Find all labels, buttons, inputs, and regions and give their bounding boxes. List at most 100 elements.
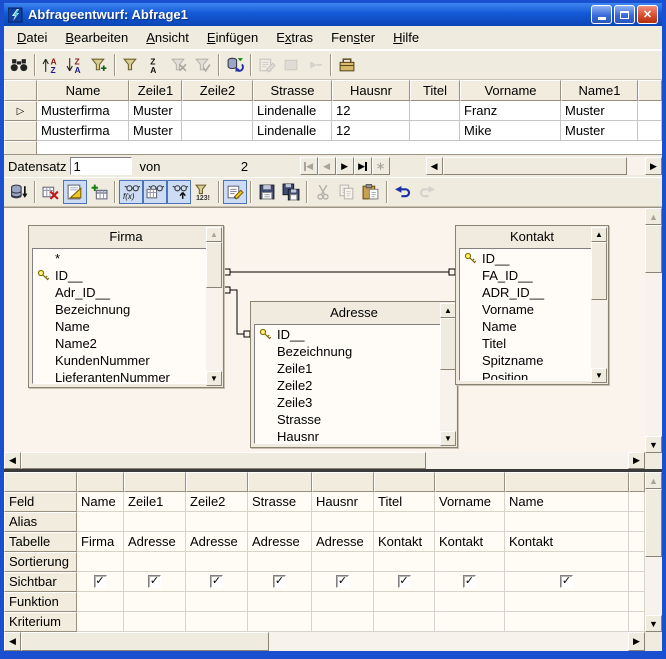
- table-box-kontakt[interactable]: KontaktID__FA_ID__ADR_ID__VornameNameTit…: [455, 225, 609, 385]
- scroll-up-icon[interactable]: ▲: [645, 472, 662, 489]
- feld-cell[interactable]: Zeile2: [186, 492, 248, 512]
- insert-data-icon[interactable]: [255, 53, 279, 77]
- row-selector[interactable]: ▷: [4, 101, 37, 121]
- add-table-icon[interactable]: [87, 180, 111, 204]
- field-bezeichnung[interactable]: Bezeichnung: [255, 343, 436, 360]
- grid-column-header[interactable]: [186, 472, 248, 492]
- column-header-zeile1[interactable]: Zeile1: [129, 80, 182, 101]
- data-to-fields-icon[interactable]: [303, 53, 327, 77]
- field-[interactable]: *: [33, 250, 202, 267]
- field-hausnr[interactable]: Hausnr: [255, 428, 436, 444]
- scroll-right-icon[interactable]: ▶: [628, 452, 645, 469]
- datasheet-horizontal-scrollbar[interactable]: ◀ ▶: [426, 157, 662, 175]
- grid-column-header[interactable]: [374, 472, 435, 492]
- scroll-left-icon[interactable]: ◀: [4, 452, 21, 469]
- alias-cell[interactable]: [374, 512, 435, 532]
- next-record-button[interactable]: ▶: [336, 157, 354, 175]
- table-name-icon[interactable]: [143, 180, 167, 204]
- menu-ansicht[interactable]: Ansicht: [137, 27, 198, 48]
- feld-cell[interactable]: Name: [505, 492, 629, 512]
- tabelle-cell[interactable]: Adresse: [186, 532, 248, 552]
- clear-query-icon[interactable]: [39, 180, 63, 204]
- undo-icon[interactable]: [391, 180, 415, 204]
- table-title[interactable]: Kontakt: [456, 226, 608, 248]
- cell[interactable]: 12: [332, 121, 410, 141]
- maximize-button[interactable]: [614, 5, 635, 24]
- switch-design-view-icon[interactable]: [223, 180, 247, 204]
- sichtbar-cell[interactable]: ✓: [77, 572, 124, 592]
- sortierung-cell[interactable]: [435, 552, 505, 572]
- alias-cell[interactable]: [505, 512, 629, 532]
- minimize-button[interactable]: [591, 5, 612, 24]
- visible-checkbox[interactable]: ✓: [94, 575, 107, 588]
- funktion-cell[interactable]: [248, 592, 312, 612]
- sichtbar-cell[interactable]: ✓: [248, 572, 312, 592]
- field-spitzname[interactable]: Spitzname: [460, 352, 587, 369]
- scroll-down-icon[interactable]: ▼: [645, 615, 662, 632]
- funktion-cell[interactable]: [374, 592, 435, 612]
- table-box-adresse[interactable]: AdresseID__BezeichnungZeile1Zeile2Zeile3…: [250, 301, 458, 448]
- cell[interactable]: Muster: [129, 101, 182, 121]
- cell[interactable]: Muster: [561, 101, 638, 121]
- field-position[interactable]: Position: [460, 369, 587, 381]
- copy-icon[interactable]: [335, 180, 359, 204]
- record-number-input[interactable]: [70, 157, 132, 175]
- sortierung-cell[interactable]: [248, 552, 312, 572]
- find-record-icon[interactable]: [7, 53, 31, 77]
- visible-checkbox[interactable]: ✓: [210, 575, 223, 588]
- visible-checkbox[interactable]: ✓: [336, 575, 349, 588]
- scroll-down-icon[interactable]: ▼: [440, 431, 456, 446]
- kriterium-cell[interactable]: [435, 612, 505, 632]
- scrollbar-thumb[interactable]: [21, 452, 426, 469]
- row-selector[interactable]: [4, 141, 37, 154]
- autofilter-icon[interactable]: [87, 53, 111, 77]
- feld-cell[interactable]: Hausnr: [312, 492, 374, 512]
- funktion-cell[interactable]: [435, 592, 505, 612]
- grid-column-header[interactable]: [77, 472, 124, 492]
- grid-vertical-scrollbar[interactable]: ▲ ▼: [645, 472, 662, 632]
- scroll-up-icon[interactable]: ▲: [645, 208, 662, 225]
- kriterium-cell[interactable]: [505, 612, 629, 632]
- field-vorname[interactable]: Vorname: [460, 301, 587, 318]
- feld-cell[interactable]: Zeile1: [124, 492, 186, 512]
- feld-cell[interactable]: Vorname: [435, 492, 505, 512]
- mail-merge-icon[interactable]: [279, 53, 303, 77]
- alias-cell[interactable]: [435, 512, 505, 532]
- title-bar[interactable]: Abfrageentwurf: Abfrage1 ✕: [4, 3, 662, 26]
- alias-cell[interactable]: [77, 512, 124, 532]
- scrollbar-thumb[interactable]: [206, 242, 222, 288]
- cut-icon[interactable]: [311, 180, 335, 204]
- scroll-right-icon[interactable]: ▶: [628, 632, 645, 651]
- field-kundennummer[interactable]: KundenNummer: [33, 352, 202, 369]
- menu-extras[interactable]: Extras: [267, 27, 322, 48]
- scrollbar-thumb[interactable]: [645, 489, 662, 557]
- field-zeile3[interactable]: Zeile3: [255, 394, 436, 411]
- sortierung-cell[interactable]: [505, 552, 629, 572]
- tabelle-cell[interactable]: Kontakt: [505, 532, 629, 552]
- column-header-vorname[interactable]: Vorname: [460, 80, 561, 101]
- scrollbar-thumb[interactable]: [591, 242, 607, 300]
- first-record-button[interactable]: ◀: [300, 157, 318, 175]
- field-titel[interactable]: Titel: [460, 335, 587, 352]
- distinct-values-icon[interactable]: 123!: [191, 180, 215, 204]
- kriterium-cell[interactable]: [77, 612, 124, 632]
- save-as-icon[interactable]: [279, 180, 303, 204]
- redo-icon[interactable]: [415, 180, 439, 204]
- table-scrollbar[interactable]: ▲▼: [206, 227, 222, 386]
- field-adrid[interactable]: Adr_ID__: [33, 284, 202, 301]
- kriterium-cell[interactable]: [186, 612, 248, 632]
- design-view-icon[interactable]: [63, 180, 87, 204]
- scroll-down-icon[interactable]: ▼: [206, 371, 222, 386]
- field-name[interactable]: Name: [460, 318, 587, 335]
- sichtbar-cell[interactable]: ✓: [505, 572, 629, 592]
- cell[interactable]: [182, 121, 253, 141]
- alias-cell[interactable]: [186, 512, 248, 532]
- feld-cell[interactable]: Titel: [374, 492, 435, 512]
- menu-datei[interactable]: Datei: [8, 27, 56, 48]
- visible-checkbox[interactable]: ✓: [463, 575, 476, 588]
- sort-order-icon[interactable]: ZA: [143, 53, 167, 77]
- feld-cell[interactable]: Strasse: [248, 492, 312, 512]
- tabelle-cell[interactable]: Adresse: [312, 532, 374, 552]
- grid-column-header[interactable]: [312, 472, 374, 492]
- field-zeile1[interactable]: Zeile1: [255, 360, 436, 377]
